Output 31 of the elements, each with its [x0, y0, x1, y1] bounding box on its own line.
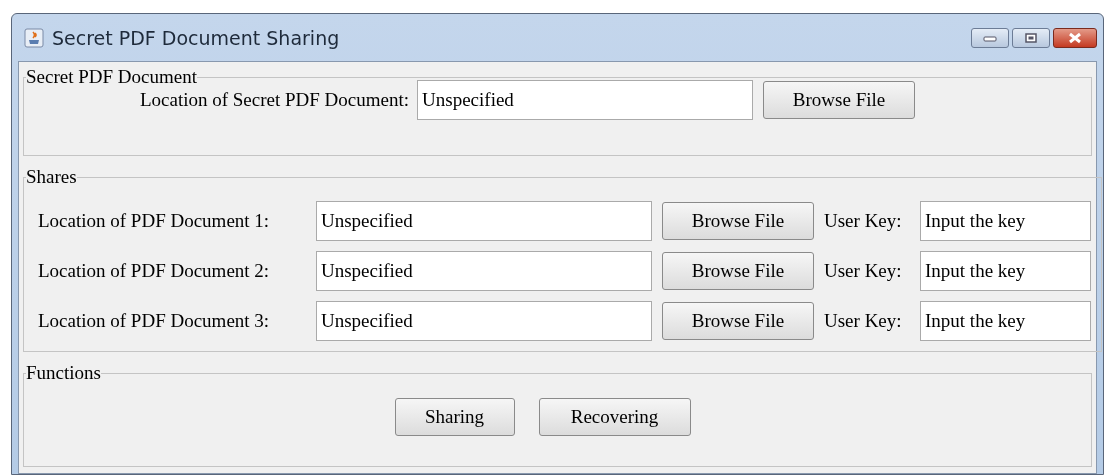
key-field[interactable]: Input the key [920, 201, 1091, 241]
browse-button[interactable]: Browse File [662, 252, 814, 290]
maximize-button[interactable] [1012, 28, 1050, 48]
key-field[interactable]: Input the key [920, 301, 1091, 341]
input-field[interactable]: Unspecified [316, 201, 652, 241]
minimize-button[interactable] [971, 28, 1009, 48]
app-icon [24, 27, 44, 48]
field-label: User Key: [824, 210, 903, 232]
browse-button[interactable]: Browse File [662, 302, 814, 340]
minimize-icon [983, 34, 997, 42]
group-title: Secret PDF Document [26, 66, 197, 88]
field-label: User Key: [824, 260, 903, 282]
field-label: Location of PDF Document 1: [37, 210, 271, 232]
browse-button[interactable]: Browse File [662, 202, 814, 240]
input-field[interactable]: Unspecified [417, 80, 754, 120]
close-icon [1067, 32, 1083, 44]
action-button[interactable]: Sharing [394, 398, 515, 436]
input-field[interactable]: Unspecified [316, 251, 652, 291]
group-title: Shares [26, 166, 77, 188]
key-field[interactable]: Input the key [920, 251, 1091, 291]
action-button[interactable]: Recovering [538, 398, 691, 436]
browse-button[interactable]: Browse File [763, 81, 916, 119]
field-label: Location of PDF Document 2: [37, 260, 271, 282]
close-button[interactable] [1053, 28, 1097, 48]
field-label: Location of Secret PDF Document: [139, 89, 410, 111]
input-field[interactable]: Unspecified [316, 301, 652, 341]
group-title: Functions [26, 362, 101, 384]
field-label: User Key: [824, 310, 903, 332]
field-label: Location of PDF Document 3: [37, 310, 271, 332]
window-title: Secret PDF Document Sharing [52, 26, 340, 49]
maximize-icon [1025, 33, 1037, 43]
